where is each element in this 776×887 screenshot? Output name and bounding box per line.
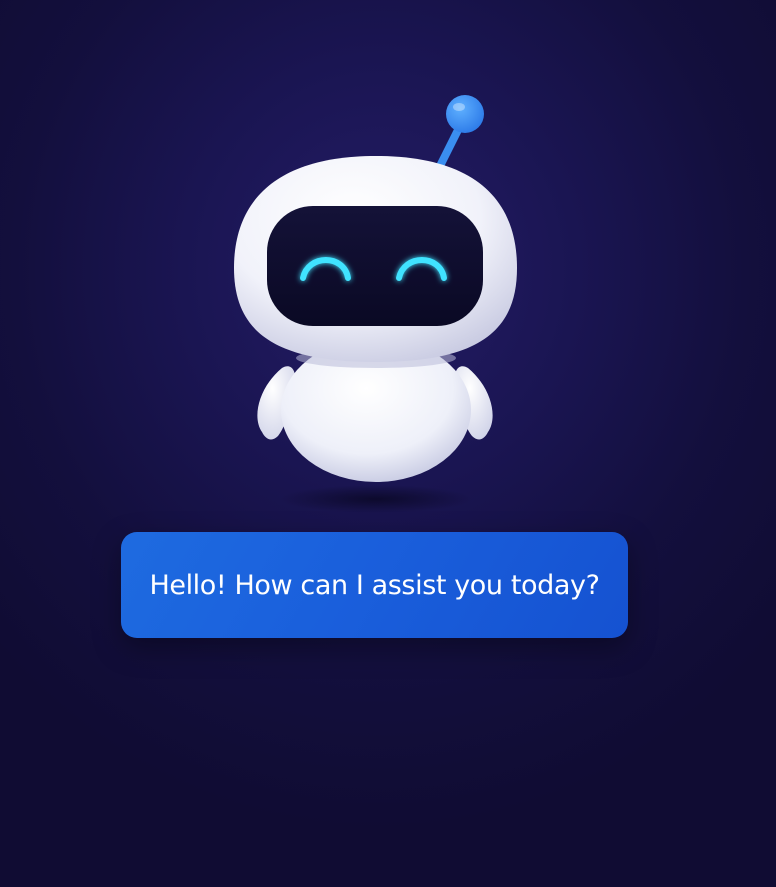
antenna-ball — [446, 95, 484, 133]
robot-visor — [267, 206, 483, 326]
robot-mascot-icon — [234, 95, 517, 513]
chat-bubble: Hello! How can I assist you today? — [121, 532, 628, 638]
robot-shadow — [280, 485, 472, 513]
background: Hello! How can I assist you today? — [0, 0, 776, 887]
chat-message: Hello! How can I assist you today? — [149, 569, 600, 601]
